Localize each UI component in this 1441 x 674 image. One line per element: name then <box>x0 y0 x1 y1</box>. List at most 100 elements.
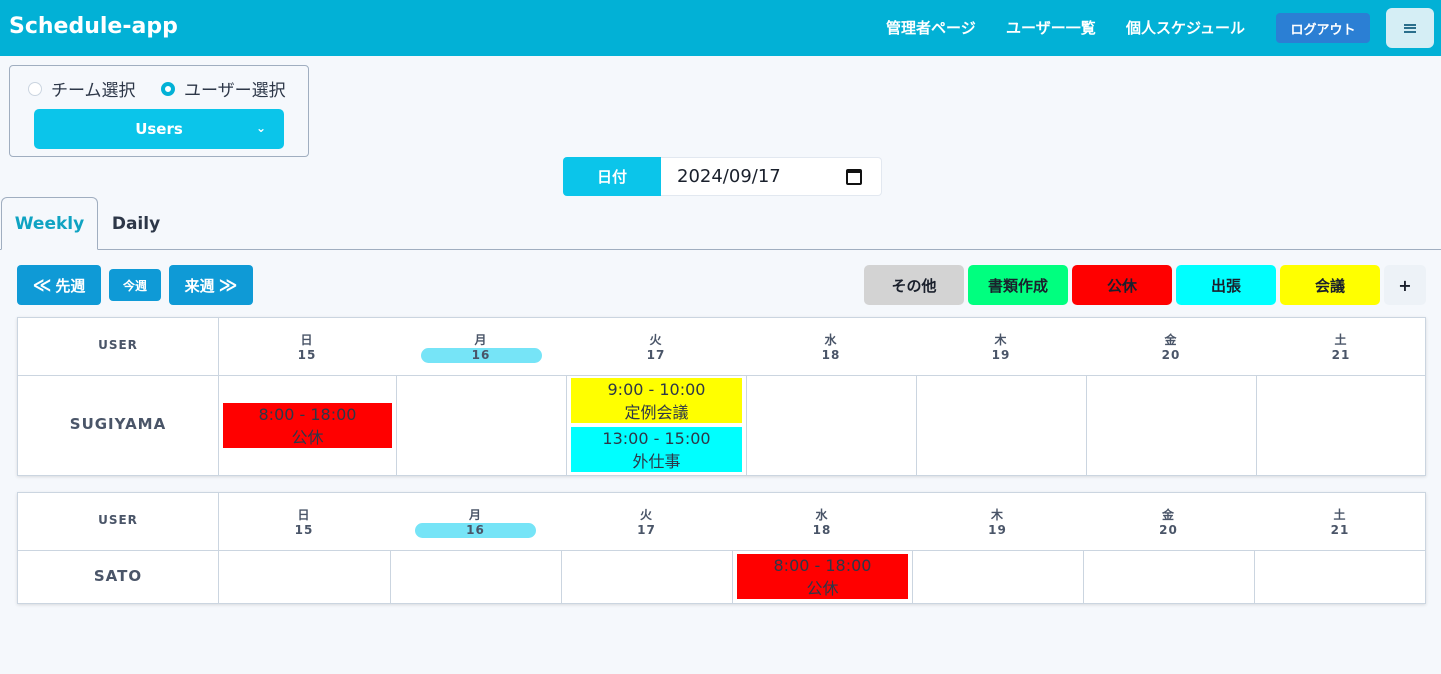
double-chevron-right-icon: ≫ <box>218 274 238 296</box>
event-time: 13:00 - 15:00 <box>602 429 711 448</box>
navbar: Schedule-app 管理者ページ ユーザー一覧 個人スケジュール ログアウ… <box>0 0 1441 56</box>
logout-button[interactable]: ログアウト <box>1276 13 1370 43</box>
column-divider <box>390 550 391 603</box>
day-header: 金 20 <box>1086 331 1256 362</box>
day-header: 土 21 <box>1254 506 1426 537</box>
radio-team[interactable] <box>28 81 42 96</box>
day-header: 水 18 <box>732 506 912 537</box>
day-of-week: 土 <box>1334 333 1348 347</box>
user-column-header: USER <box>98 338 138 352</box>
category-holiday-button[interactable]: 公休 <box>1072 265 1172 305</box>
day-of-week: 土 <box>1333 508 1347 522</box>
menu-button[interactable] <box>1386 8 1434 48</box>
category-label: 出張 <box>1210 276 1241 295</box>
today-date-badge: 16 <box>420 348 542 363</box>
today-date-badge: 16 <box>415 523 536 538</box>
tabs-divider <box>0 249 1441 250</box>
calendar-icon[interactable] <box>846 169 862 185</box>
next-week-label: 来週 <box>184 276 215 295</box>
day-of-week: 木 <box>990 508 1004 522</box>
nav-link-personal-schedule[interactable]: 個人スケジュール <box>1126 17 1245 38</box>
users-dropdown-value: Users <box>135 120 183 138</box>
prev-week-button[interactable]: ≪ 先週 <box>17 265 101 305</box>
radio-user[interactable] <box>161 81 175 96</box>
day-date: 17 <box>637 523 656 537</box>
day-of-week: 月 <box>474 333 488 347</box>
event-time: 8:00 - 18:00 <box>258 404 357 424</box>
day-date: 19 <box>988 523 1007 537</box>
day-date: 17 <box>646 348 666 362</box>
day-header: 火 17 <box>561 506 732 537</box>
event-block[interactable]: 9:00 - 10:00 定例会議 <box>571 378 742 423</box>
nav-link-user-list[interactable]: ユーザー一覧 <box>1006 17 1096 38</box>
team-select-radio[interactable]: チーム選択 <box>28 76 136 101</box>
event-block[interactable]: 8:00 - 18:00 公休 <box>737 554 908 599</box>
event-title: 定例会議 <box>624 403 689 422</box>
next-week-button[interactable]: 来週 ≫ <box>169 265 253 305</box>
day-date: 18 <box>812 523 832 537</box>
column-divider <box>912 550 913 603</box>
date-label: 日付 <box>563 157 661 196</box>
selection-panel: チーム選択 ユーザー選択 Users ⌄ <box>9 65 309 157</box>
day-of-week: 月 <box>468 508 482 522</box>
day-header: 日 15 <box>218 331 396 362</box>
header-divider <box>18 375 1425 376</box>
column-divider <box>1086 375 1087 475</box>
category-documents-button[interactable]: 書類作成 <box>968 265 1068 305</box>
column-divider <box>566 375 567 475</box>
add-category-button[interactable]: + <box>1384 265 1426 305</box>
day-date: 18 <box>821 348 841 362</box>
event-time: 8:00 - 18:00 <box>773 556 872 575</box>
day-date: 20 <box>1159 523 1178 537</box>
tab-daily[interactable]: Daily <box>98 197 174 250</box>
day-header: 火 17 <box>566 331 746 362</box>
double-chevron-left-icon: ≪ <box>32 274 52 296</box>
users-dropdown[interactable]: Users ⌄ <box>34 109 284 149</box>
day-date: 21 <box>1331 348 1351 362</box>
user-column-header: USER <box>98 513 138 527</box>
day-of-week: 金 <box>1161 508 1175 522</box>
day-of-week: 日 <box>297 508 311 522</box>
day-of-week: 日 <box>300 333 314 347</box>
date-input[interactable]: 2024/09/17 <box>661 157 882 196</box>
column-divider <box>746 375 747 475</box>
date-picker-group: 日付 2024/09/17 <box>563 157 882 196</box>
column-divider <box>561 550 562 603</box>
day-date: 21 <box>1330 523 1350 537</box>
user-name: SATO <box>93 566 143 585</box>
event-block[interactable]: 13:00 - 15:00 外仕事 <box>571 427 742 472</box>
day-of-week: 水 <box>824 333 838 347</box>
category-business-trip-button[interactable]: 出張 <box>1176 265 1276 305</box>
column-divider <box>732 550 733 603</box>
header-divider <box>18 550 1425 551</box>
tab-weekly[interactable]: Weekly <box>1 197 98 250</box>
day-header: 木 19 <box>912 506 1083 537</box>
user-select-radio[interactable]: ユーザー選択 <box>161 76 286 101</box>
column-divider <box>916 375 917 475</box>
category-label: 公休 <box>1106 276 1137 295</box>
event-title: 公休 <box>291 427 324 447</box>
current-week-button[interactable]: 今週 <box>109 269 161 301</box>
team-select-label: チーム選択 <box>51 81 136 101</box>
prev-week-label: 先週 <box>55 276 86 295</box>
day-of-week: 火 <box>649 333 663 347</box>
day-header: 月 16 <box>390 506 561 538</box>
day-header: 水 18 <box>746 331 916 362</box>
day-header: 日 15 <box>218 506 390 537</box>
day-of-week: 火 <box>639 508 653 522</box>
day-header: 月 16 <box>396 331 566 363</box>
category-other-button[interactable]: その他 <box>864 265 964 305</box>
column-divider <box>1256 375 1257 475</box>
event-block[interactable]: 8:00 - 18:00 公休 <box>223 402 392 448</box>
schedule-table: USER 日 15 月 16 火 17 水 18 木 19 金 20 土 21 SUGIYAMA 8:00 - … <box>17 317 1426 476</box>
schedule-table: USER 日 15 月 16 火 17 水 18 木 19 金 20 土 21 SATO 8:00 - 18:0… <box>17 492 1426 604</box>
day-of-week: 木 <box>994 333 1008 347</box>
app-brand[interactable]: Schedule-app <box>9 14 178 39</box>
event-title: 外仕事 <box>632 452 681 471</box>
nav-link-admin[interactable]: 管理者ページ <box>886 17 976 38</box>
category-meeting-button[interactable]: 会議 <box>1280 265 1380 305</box>
day-date: 20 <box>1161 348 1181 362</box>
date-value: 2024/09/17 <box>677 166 781 187</box>
hamburger-icon <box>1404 23 1416 33</box>
event-title: 公休 <box>806 579 839 598</box>
